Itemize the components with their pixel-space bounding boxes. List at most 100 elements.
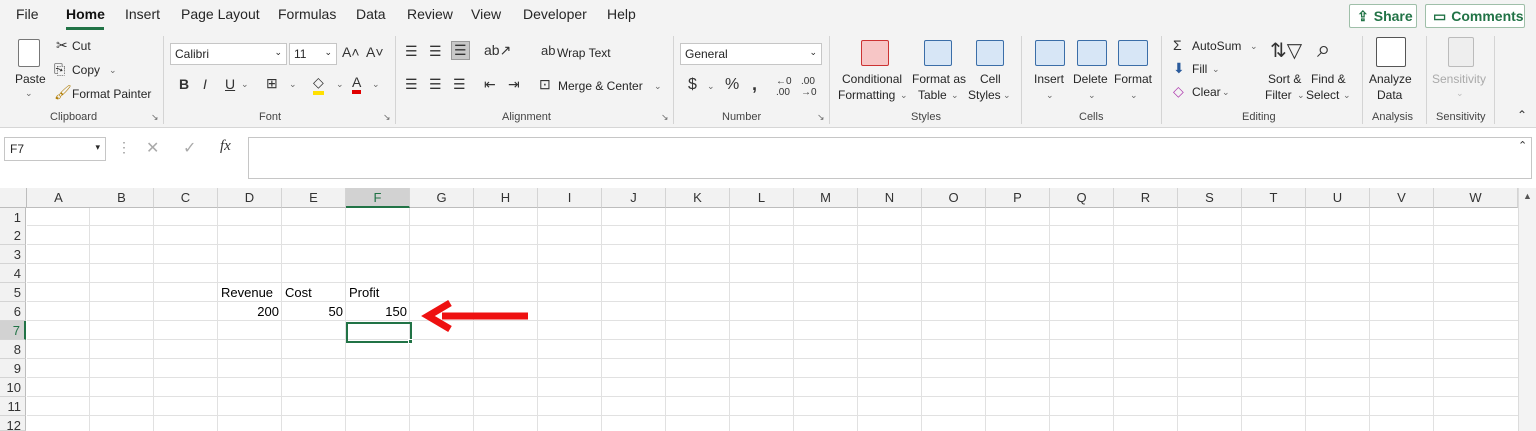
decrease-font-size-icon[interactable]: A˅ [366, 44, 384, 60]
cell-f5[interactable]: Profit [349, 284, 379, 302]
cancel-icon[interactable]: ✕ [146, 138, 159, 158]
sort-filter-line2[interactable]: Filter [1265, 88, 1292, 102]
cell-styles-line1[interactable]: Cell [980, 72, 1001, 86]
tab-insert[interactable]: Insert [125, 6, 160, 22]
scroll-up-icon[interactable]: ▲ [1523, 191, 1532, 201]
increase-indent-icon[interactable]: ⇥ [508, 76, 520, 93]
fill-color-chevron-icon[interactable]: ⌄ [336, 79, 344, 90]
analyze-data-line1[interactable]: Analyze [1369, 72, 1412, 86]
tab-page-layout[interactable]: Page Layout [181, 6, 260, 22]
font-size-select[interactable]: 11 ⌄ [289, 43, 337, 65]
format-as-table-chevron-icon[interactable]: ⌄ [951, 90, 959, 101]
merge-chevron-icon[interactable]: ⌄ [654, 81, 662, 92]
tab-review[interactable]: Review [407, 6, 453, 22]
find-select-line1[interactable]: Find & [1311, 72, 1346, 86]
autosum-chevron-icon[interactable]: ⌄ [1250, 41, 1258, 52]
format-painter-button[interactable]: Format Painter [72, 87, 151, 101]
tab-data[interactable]: Data [356, 6, 386, 22]
insert-function-icon[interactable]: fx [220, 138, 231, 155]
wrap-text-button[interactable]: Wrap Text [557, 46, 611, 60]
paste-chevron-icon[interactable]: ⌄ [25, 88, 33, 99]
fill-color-icon[interactable]: ◇ [313, 74, 324, 95]
clear-button[interactable]: Clear [1192, 85, 1221, 99]
tab-home[interactable]: Home [66, 6, 105, 22]
collapse-ribbon-icon[interactable]: ⌃ [1517, 108, 1527, 122]
autosum-button[interactable]: AutoSum [1192, 39, 1241, 53]
align-center-icon[interactable]: ☰ [429, 76, 442, 93]
formula-input[interactable] [248, 137, 1532, 179]
borders-chevron-icon[interactable]: ⌄ [289, 79, 297, 90]
sort-filter-chevron-icon[interactable]: ⌄ [1297, 90, 1305, 101]
more-options-icon[interactable]: ⋮ [117, 139, 131, 156]
format-as-table-line2[interactable]: Table [918, 88, 947, 102]
font-name-select[interactable]: Calibri ⌄ [170, 43, 287, 65]
bold-button[interactable]: B [179, 76, 189, 92]
conditional-formatting-line1[interactable]: Conditional [842, 72, 902, 86]
expand-formula-bar-icon[interactable]: ⌃ [1518, 139, 1527, 152]
insert-cells-button[interactable]: Insert [1034, 72, 1064, 86]
cell-d5[interactable]: Revenue [221, 284, 273, 302]
currency-chevron-icon[interactable]: ⌄ [707, 81, 715, 92]
number-launcher-icon[interactable]: ↘ [817, 112, 825, 123]
orientation-icon[interactable]: ab↗ [484, 42, 511, 59]
paste-button[interactable]: Paste [15, 72, 46, 86]
sensitivity-button[interactable]: Sensitivity [1432, 72, 1486, 86]
analyze-data-line2[interactable]: Data [1377, 88, 1402, 102]
decrease-indent-icon[interactable]: ⇤ [484, 76, 496, 93]
sort-filter-line1[interactable]: Sort & [1268, 72, 1301, 86]
fill-button[interactable]: Fill [1192, 62, 1207, 76]
cell-e6[interactable]: 50 [282, 303, 343, 321]
increase-decimal-icon[interactable]: ←0.00 [776, 76, 792, 98]
cell-d6[interactable]: 200 [218, 303, 279, 321]
clear-chevron-icon[interactable]: ⌄ [1222, 87, 1230, 98]
fill-chevron-icon[interactable]: ⌄ [1212, 64, 1220, 75]
underline-button[interactable]: U [225, 76, 235, 92]
conditional-formatting-line2[interactable]: Formatting [838, 88, 895, 102]
format-cells-button[interactable]: Format [1114, 72, 1152, 86]
cell-styles-chevron-icon[interactable]: ⌄ [1003, 90, 1011, 101]
tab-formulas[interactable]: Formulas [278, 6, 336, 22]
comma-style-button[interactable]: , [752, 74, 757, 95]
number-format-select[interactable]: General ⌄ [680, 43, 822, 65]
cell-e5[interactable]: Cost [285, 284, 312, 302]
tab-file[interactable]: File [16, 6, 39, 22]
font-launcher-icon[interactable]: ↘ [383, 112, 391, 123]
delete-chevron-icon[interactable]: ⌄ [1088, 90, 1096, 101]
alignment-launcher-icon[interactable]: ↘ [661, 112, 669, 123]
italic-button[interactable]: I [203, 76, 207, 92]
borders-icon[interactable]: ⊞ [266, 75, 278, 92]
delete-cells-button[interactable]: Delete [1073, 72, 1108, 86]
increase-font-size-icon[interactable]: A˄ [342, 44, 360, 60]
align-left-icon[interactable]: ☰ [405, 76, 418, 93]
find-select-chevron-icon[interactable]: ⌄ [1343, 90, 1351, 101]
middle-align-icon[interactable]: ☰ [429, 43, 442, 60]
active-cell-f7[interactable] [346, 322, 412, 343]
name-box[interactable]: F7 ▾ [4, 137, 106, 161]
tab-developer[interactable]: Developer [523, 6, 587, 22]
enter-icon[interactable]: ✓ [183, 138, 196, 158]
vertical-scrollbar[interactable]: ▲ [1518, 188, 1536, 431]
cell-styles-line2[interactable]: Styles [968, 88, 1001, 102]
underline-chevron-icon[interactable]: ⌄ [241, 79, 249, 90]
font-color-chevron-icon[interactable]: ⌄ [372, 79, 380, 90]
format-chevron-icon[interactable]: ⌄ [1130, 90, 1138, 101]
merge-center-button[interactable]: Merge & Center [558, 79, 643, 93]
cut-button[interactable]: Cut [72, 39, 91, 53]
share-button[interactable]: ⇪ Share [1349, 4, 1417, 28]
font-color-icon[interactable]: A [352, 74, 362, 94]
align-right-icon[interactable]: ☰ [453, 76, 466, 93]
insert-chevron-icon[interactable]: ⌄ [1046, 90, 1054, 101]
clipboard-launcher-icon[interactable]: ↘ [151, 112, 159, 123]
copy-chevron-icon[interactable]: ⌄ [109, 65, 117, 76]
currency-button[interactable]: $ [688, 76, 697, 94]
tab-view[interactable]: View [471, 6, 501, 22]
conditional-formatting-chevron-icon[interactable]: ⌄ [900, 90, 908, 101]
format-as-table-line1[interactable]: Format as [912, 72, 966, 86]
fill-handle[interactable] [408, 339, 413, 344]
find-select-line2[interactable]: Select [1306, 88, 1339, 102]
comments-button[interactable]: ▭ Comments [1425, 4, 1525, 28]
sensitivity-chevron-icon[interactable]: ⌄ [1456, 88, 1464, 99]
top-align-icon[interactable]: ☰ [405, 43, 418, 60]
decrease-decimal-icon[interactable]: .00 →0 [801, 76, 817, 98]
tab-help[interactable]: Help [607, 6, 636, 22]
